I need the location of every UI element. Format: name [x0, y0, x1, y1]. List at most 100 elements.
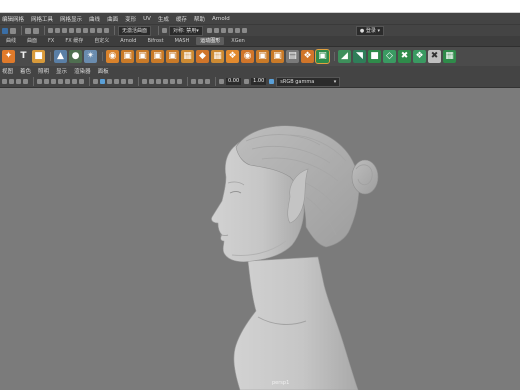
motion-trail-icon[interactable]: ◢: [338, 50, 351, 63]
tab-fx-cache[interactable]: FX 缓存: [61, 37, 87, 45]
render-icon[interactable]: [97, 28, 102, 33]
star-shape-icon[interactable]: ✦: [2, 50, 15, 63]
drag-field-icon[interactable]: ✴: [84, 50, 97, 63]
gamma-field[interactable]: 1.00: [251, 78, 267, 85]
tab-xgen[interactable]: XGen: [227, 37, 249, 45]
input-box-icon[interactable]: [162, 28, 168, 33]
object-selector-field[interactable]: 无激活曲面: [118, 25, 152, 36]
wireframe-icon[interactable]: [93, 79, 98, 84]
outliner-icon[interactable]: ✖: [428, 50, 441, 63]
node-editor-icon[interactable]: ▦: [443, 50, 456, 63]
menu-arnold[interactable]: Arnold: [212, 16, 230, 22]
snap-plane-icon[interactable]: [69, 28, 74, 33]
menu-deform[interactable]: 变形: [125, 15, 136, 23]
camera-attributes-icon[interactable]: [9, 79, 14, 84]
snap-live-icon[interactable]: [83, 28, 88, 33]
render-frame-icon[interactable]: [213, 28, 219, 33]
safe-title-icon[interactable]: [79, 79, 84, 84]
tab-fx[interactable]: FX: [44, 37, 58, 45]
depth-of-field-icon[interactable]: [177, 79, 182, 84]
svg-icon[interactable]: ■: [32, 50, 45, 63]
mash-distribute-icon[interactable]: ▣: [136, 50, 149, 63]
xray-active-icon[interactable]: [205, 79, 210, 84]
mash-flight-icon[interactable]: ▣: [271, 50, 284, 63]
history-icon[interactable]: [90, 28, 95, 33]
image-plane-icon[interactable]: [23, 79, 28, 84]
mash-waiter-icon[interactable]: ▤: [286, 50, 299, 63]
xray-icon[interactable]: [121, 79, 126, 84]
rig-icon[interactable]: ❖: [413, 50, 426, 63]
menu-view[interactable]: 视图: [2, 67, 13, 75]
grid-icon[interactable]: [37, 79, 42, 84]
wireframe-on-shaded-icon[interactable]: [114, 79, 119, 84]
motion-path-icon[interactable]: ◥: [353, 50, 366, 63]
toggle-panel-icon[interactable]: [241, 28, 247, 33]
bookmark-icon[interactable]: [16, 79, 21, 84]
textured-icon[interactable]: [128, 79, 133, 84]
tab-curves[interactable]: 曲线: [2, 37, 20, 45]
render-view-icon[interactable]: [206, 28, 212, 33]
air-field-icon[interactable]: ●: [69, 50, 82, 63]
symmetry-dropdown[interactable]: 对称: 禁用 ▾: [169, 25, 203, 36]
arnold-render-icon[interactable]: [234, 28, 240, 33]
use-all-lights-icon[interactable]: [142, 79, 147, 84]
graph-editor-icon[interactable]: ■: [368, 50, 381, 63]
default-material-icon[interactable]: [107, 79, 112, 84]
render-settings-icon[interactable]: [220, 28, 226, 33]
mash-trails-icon[interactable]: ❖: [301, 50, 314, 63]
mash-random-icon[interactable]: ▣: [151, 50, 164, 63]
menu-edit-mesh[interactable]: 编辑网格: [2, 15, 24, 23]
resolution-gate-icon[interactable]: [51, 79, 56, 84]
exposure-icon[interactable]: [219, 79, 224, 84]
mash-offset-icon[interactable]: ▣: [166, 50, 179, 63]
menu-renderer[interactable]: 渲染器: [74, 67, 91, 75]
exposure-field[interactable]: 0.00: [226, 78, 242, 85]
mash-merge-icon[interactable]: ▣: [256, 50, 269, 63]
menu-panels[interactable]: 面板: [98, 67, 109, 75]
tab-bifrost[interactable]: Bifrost: [143, 37, 167, 45]
field-chart-icon[interactable]: [65, 79, 70, 84]
undo-icon[interactable]: [25, 27, 31, 34]
ambient-occlusion-icon[interactable]: [156, 79, 161, 84]
snap-grid-icon[interactable]: [48, 28, 53, 33]
snap-surface-icon[interactable]: [76, 28, 81, 33]
mash-dynamics-icon[interactable]: ◉: [241, 50, 254, 63]
tab-arnold[interactable]: Arnold: [116, 37, 140, 45]
mash-curve-icon[interactable]: ▦: [211, 50, 224, 63]
menu-mesh-display[interactable]: 网格显示: [60, 15, 82, 23]
mash-network-icon[interactable]: ▣: [121, 50, 134, 63]
text-tool-icon[interactable]: T: [17, 50, 30, 63]
menu-show[interactable]: 显示: [56, 67, 67, 75]
mash-world-icon[interactable]: ❖: [226, 50, 239, 63]
tab-surfaces[interactable]: 曲面: [23, 37, 41, 45]
dope-sheet-icon[interactable]: ◇: [383, 50, 396, 63]
xray-joints-icon[interactable]: [198, 79, 203, 84]
perspective-viewport[interactable]: persp1: [0, 89, 520, 390]
new-scene-icon[interactable]: [2, 27, 8, 34]
view-transform-dropdown[interactable]: sRGB gamma ▾: [276, 76, 341, 87]
volume-axis-icon[interactable]: ▲: [54, 50, 67, 63]
tab-motion-graphics[interactable]: 运动图形: [196, 37, 225, 45]
constraint-icon[interactable]: ✖: [398, 50, 411, 63]
menu-mesh-tools[interactable]: 网格工具: [31, 15, 53, 23]
menu-generate[interactable]: 生成: [158, 15, 169, 23]
isolate-select-icon[interactable]: [191, 79, 196, 84]
menu-lighting[interactable]: 照明: [38, 67, 49, 75]
select-camera-icon[interactable]: [2, 79, 7, 84]
menu-cache[interactable]: 缓存: [176, 15, 187, 23]
color-management-icon[interactable]: [269, 79, 275, 84]
smooth-shade-icon[interactable]: [100, 79, 105, 84]
tab-custom[interactable]: 自定义: [90, 37, 113, 45]
ipr-render-icon[interactable]: [104, 28, 109, 33]
motion-blur-icon[interactable]: [163, 79, 168, 84]
gamma-icon[interactable]: [244, 79, 250, 84]
redo-icon[interactable]: [33, 27, 39, 34]
gate-mask-icon[interactable]: [58, 79, 63, 84]
mash-color-icon[interactable]: ◆: [196, 50, 209, 63]
menu-help[interactable]: 帮助: [194, 15, 205, 23]
menu-uv[interactable]: UV: [143, 16, 151, 22]
menu-surfaces[interactable]: 曲面: [107, 15, 118, 23]
mash-points-icon[interactable]: ▣: [315, 49, 330, 64]
film-gate-icon[interactable]: [44, 79, 49, 84]
mash-signal-icon[interactable]: ▦: [181, 50, 194, 63]
